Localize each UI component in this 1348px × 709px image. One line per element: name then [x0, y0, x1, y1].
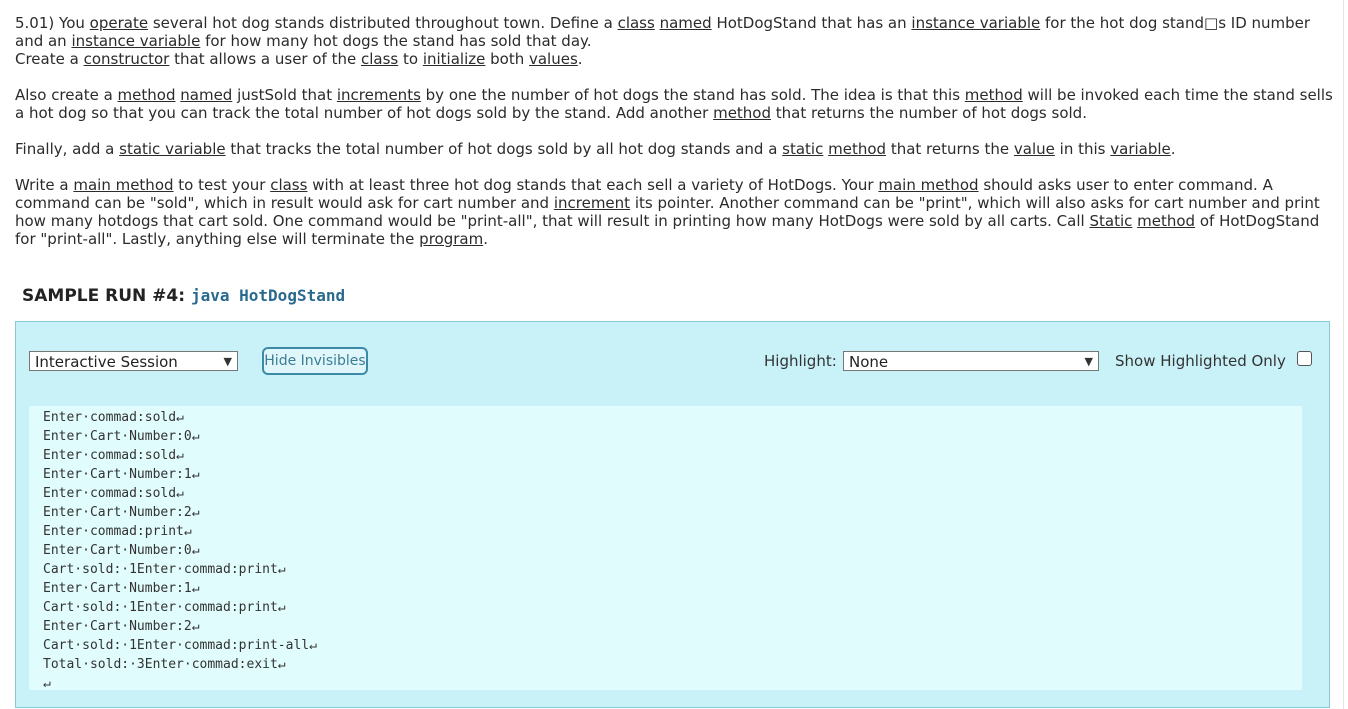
show-highlighted-checkbox[interactable] [1297, 351, 1312, 366]
glossary-link[interactable]: main method [878, 176, 978, 194]
glossary-link[interactable]: class [618, 14, 655, 32]
sample-run-panel: Interactive Session ▼ Hide Invisibles Hi… [15, 321, 1330, 708]
glossary-link[interactable]: named [180, 86, 232, 104]
glossary-link[interactable]: initialize [423, 50, 486, 68]
console-line: Enter·Cart·Number:2↵ [43, 505, 200, 520]
glossary-link[interactable]: instance variable [71, 32, 200, 50]
highlight-select[interactable]: None ▼ [843, 351, 1099, 371]
highlight-label: Highlight: [764, 352, 837, 370]
console-line: Total·sold:·3Enter·commad:exit↵ [43, 657, 286, 672]
sample-run-label: SAMPLE RUN #4: [22, 286, 186, 306]
glossary-link[interactable]: method [713, 104, 771, 122]
glossary-link[interactable]: operate [90, 14, 148, 32]
glossary-link[interactable]: increments [337, 86, 421, 104]
glossary-link[interactable]: Static [1089, 212, 1132, 230]
console-line: Cart·sold:·1Enter·commad:print↵ [43, 562, 286, 577]
glossary-link[interactable]: named [660, 14, 712, 32]
console-line: Enter·Cart·Number:0↵ [43, 429, 200, 444]
session-select-value: Interactive Session [35, 353, 178, 371]
glossary-link[interactable]: static [782, 140, 823, 158]
glossary-link[interactable]: main method [73, 176, 173, 194]
glossary-link[interactable]: method [118, 86, 176, 104]
glossary-link[interactable]: static variable [119, 140, 225, 158]
chevron-down-icon: ▼ [1084, 355, 1093, 368]
console-line: Cart·sold:·1Enter·commad:print↵ [43, 600, 286, 615]
problem-paragraph-2: Also create a method named justSold that… [15, 86, 1333, 122]
console-line: Enter·commad:sold↵ [43, 448, 184, 463]
session-select[interactable]: Interactive Session ▼ [29, 351, 238, 371]
glossary-link[interactable]: increment [554, 194, 630, 212]
console-line: Enter·Cart·Number:1↵ [43, 467, 200, 482]
console-line: Enter·Cart·Number:2↵ [43, 619, 200, 634]
glossary-link[interactable]: class [361, 50, 398, 68]
console-line: Enter·Cart·Number:1↵ [43, 581, 200, 596]
console-output: Enter·commad:sold↵ Enter·Cart·Number:0↵ … [29, 406, 1302, 691]
glossary-link[interactable]: class [270, 176, 307, 194]
sample-run-heading: SAMPLE RUN #4: java HotDogStand [22, 286, 345, 306]
console-line: ↵ [43, 676, 51, 691]
sample-run-command: java HotDogStand [190, 286, 346, 305]
glossary-link[interactable]: method [1137, 212, 1195, 230]
problem-paragraph-1: 5.01) You operate several hot dog stands… [15, 14, 1311, 68]
glossary-link[interactable]: instance variable [911, 14, 1040, 32]
console-line: Enter·commad:print↵ [43, 524, 192, 539]
highlight-select-value: None [849, 353, 889, 371]
page-right-border [1343, 0, 1344, 709]
glossary-link[interactable]: values [529, 50, 578, 68]
console-line: Cart·sold:·1Enter·commad:print-all↵ [43, 638, 317, 653]
problem-paragraph-4: Write a main method to test your class w… [15, 176, 1320, 248]
console-line: Enter·Cart·Number:0↵ [43, 543, 200, 558]
glossary-link[interactable]: constructor [84, 50, 170, 68]
console-line: Enter·commad:sold↵ [43, 486, 184, 501]
glossary-link[interactable]: program [419, 230, 483, 248]
glossary-link[interactable]: value [1014, 140, 1055, 158]
hide-invisibles-button[interactable]: Hide Invisibles [262, 347, 368, 375]
glossary-link[interactable]: method [965, 86, 1023, 104]
glossary-link[interactable]: method [828, 140, 886, 158]
console-line: Enter·commad:sold↵ [43, 410, 184, 425]
problem-statement: 5.01) You operate several hot dog stands… [15, 14, 1333, 266]
chevron-down-icon: ▼ [223, 355, 232, 368]
glossary-link[interactable]: variable [1110, 140, 1171, 158]
problem-paragraph-3: Finally, add a static variable that trac… [15, 140, 1176, 158]
show-highlighted-label: Show Highlighted Only [1115, 352, 1286, 370]
